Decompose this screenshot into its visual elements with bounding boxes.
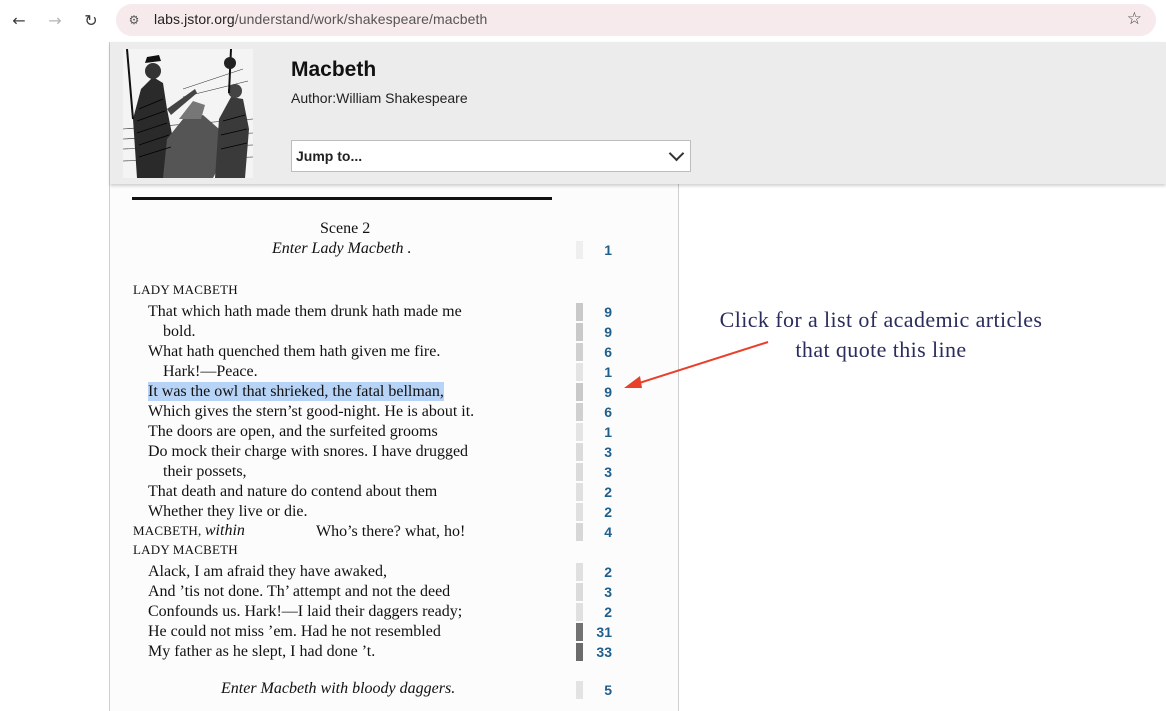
verse-line: their possets,: [163, 463, 247, 480]
reload-icon[interactable]: ↻: [80, 9, 102, 31]
scene-divider: [132, 197, 552, 200]
work-header: Macbeth Author:William Shakespeare Jump …: [110, 42, 1166, 184]
quote-frequency-bar: [576, 463, 583, 481]
verse-line: Confounds us. Hark!—I laid their daggers…: [148, 603, 463, 620]
quote-frequency-bar: [576, 503, 583, 521]
verse-line: And ’tis not done. Th’ attempt and not t…: [148, 583, 451, 600]
url-text[interactable]: labs.jstor.org/understand/work/shakespea…: [154, 11, 487, 27]
quote-frequency-bar: [576, 403, 583, 421]
quote-count-link[interactable]: 2: [592, 504, 612, 520]
speaker-macbeth: MACBETH, within: [133, 522, 245, 540]
stage-direction-exit: Enter Macbeth with bloody daggers.: [221, 680, 456, 697]
verse-line: Who’s there? what, ho!: [316, 523, 466, 540]
quote-count-link[interactable]: 6: [592, 344, 612, 360]
scene-heading: Scene 2: [320, 220, 371, 237]
quote-count-link[interactable]: 3: [592, 444, 612, 460]
quote-frequency-bar: [576, 681, 583, 699]
verse-line[interactable]: It was the owl that shrieked, the fatal …: [148, 382, 444, 401]
quote-count-link[interactable]: 6: [592, 404, 612, 420]
annotation-line-1: Click for a list of academic articles: [719, 307, 1043, 332]
url-path: /understand/work/shakespeare/macbeth: [234, 11, 488, 27]
quote-frequency-bar: [576, 583, 583, 601]
verse-line: My father as he slept, I had done ’t.: [148, 643, 376, 660]
quote-count-link[interactable]: 1: [592, 424, 612, 440]
back-arrow-icon[interactable]: ←: [8, 9, 30, 31]
quote-count-link[interactable]: 5: [592, 682, 612, 698]
jump-to-label: Jump to...: [296, 148, 363, 164]
quote-frequency-bar: [576, 343, 583, 361]
quote-frequency-bar: [576, 323, 583, 341]
url-host: labs.jstor.org: [154, 11, 235, 27]
annotation-arrow-icon: [624, 341, 769, 388]
quote-count-link[interactable]: 3: [592, 584, 612, 600]
quote-frequency-bar: [576, 523, 583, 541]
speaker-lady-macbeth: LADY MACBETH: [133, 282, 238, 297]
verse-line: Hark!—Peace.: [163, 363, 258, 380]
site-settings-icon[interactable]: ⚙: [126, 12, 142, 28]
macbeth-engraving-image: [123, 49, 253, 178]
speaker-macbeth-within: within: [204, 522, 245, 539]
quote-count-link[interactable]: 2: [592, 564, 612, 580]
verse-line: Which gives the stern’st good-night. He …: [148, 403, 475, 420]
verse-line: bold.: [163, 323, 196, 340]
quote-frequency-bar: [576, 303, 583, 321]
cover-illustration: [123, 49, 253, 178]
quote-frequency-bar: [576, 643, 583, 661]
verse-line: Whether they live or die.: [148, 503, 308, 520]
quote-count-link[interactable]: 31: [592, 624, 612, 640]
verse-line: What hath quenched them hath given me fi…: [148, 343, 441, 360]
address-bar[interactable]: ⚙ labs.jstor.org/understand/work/shakesp…: [116, 4, 1156, 36]
work-title: Macbeth: [291, 58, 377, 81]
quote-count-link[interactable]: 9: [592, 384, 612, 400]
quote-frequency-bar: [576, 603, 583, 621]
quote-count-link[interactable]: 2: [592, 484, 612, 500]
quote-frequency-bar: [576, 563, 583, 581]
quote-frequency-bar: [576, 383, 583, 401]
jump-to-select[interactable]: Jump to...: [291, 140, 691, 172]
work-author: Author:William Shakespeare: [291, 90, 468, 106]
verse-line: That death and nature do contend about t…: [148, 483, 438, 500]
quote-frequency-bar: [576, 483, 583, 501]
quote-frequency-bar: [576, 443, 583, 461]
forward-arrow-icon[interactable]: →: [44, 9, 66, 31]
quote-count-link[interactable]: 4: [592, 524, 612, 540]
speaker-lady-macbeth-2: LADY MACBETH: [133, 542, 238, 557]
browser-toolbar: ← → ↻ ⚙ labs.jstor.org/understand/work/s…: [0, 0, 1166, 42]
quote-count-link[interactable]: 2: [592, 604, 612, 620]
chevron-down-icon: [668, 145, 685, 162]
quote-count-link[interactable]: 3: [592, 464, 612, 480]
quote-count-link[interactable]: 1: [592, 242, 612, 258]
bookmark-star-icon[interactable]: ☆: [1127, 9, 1142, 29]
quote-count-link[interactable]: 33: [592, 644, 612, 660]
verse-line: Alack, I am afraid they have awaked,: [148, 563, 387, 580]
speaker-macbeth-name: MACBETH,: [133, 523, 202, 538]
stage-direction-entry: Enter Lady Macbeth .: [272, 240, 412, 257]
verse-line: The doors are open, and the surfeited gr…: [148, 423, 438, 440]
quote-count-link[interactable]: 9: [592, 324, 612, 340]
quote-frequency-bar: [576, 623, 583, 641]
verse-line: That which hath made them drunk hath mad…: [148, 303, 462, 320]
quote-frequency-bar: [576, 363, 583, 381]
quote-count-link[interactable]: 1: [592, 364, 612, 380]
quote-count-link[interactable]: 9: [592, 304, 612, 320]
verse-line: He could not miss ’em. Had he not resemb…: [148, 623, 441, 640]
quote-frequency-bar: [576, 423, 583, 441]
quote-frequency-bar: [576, 241, 583, 259]
verse-line: Do mock their charge with snores. I have…: [148, 443, 469, 460]
